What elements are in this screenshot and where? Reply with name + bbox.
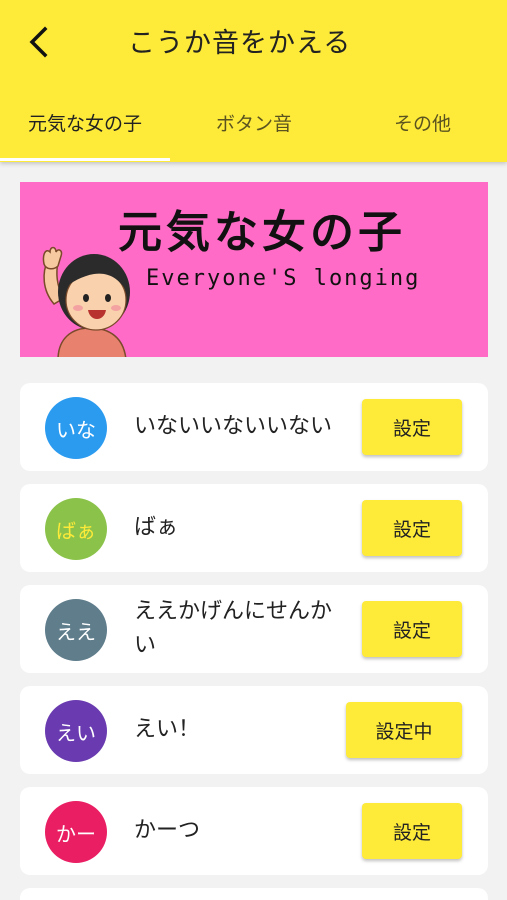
tab-bar: 元気な女の子 ボタン音 その他 [0,92,507,162]
banner: 元気な女の子 Everyone'S longing [20,182,488,357]
tab-other[interactable]: その他 [338,92,507,158]
avatar: ええ [45,599,107,661]
set-button[interactable]: 設定 [362,601,462,657]
app-bar: こうか音をかえる 元気な女の子 ボタン音 その他 [0,0,507,162]
page-title: こうか音をかえる [128,28,352,59]
tab-button-sound[interactable]: ボタン音 [170,92,338,158]
avatar: いな [45,397,107,459]
set-button[interactable]: 設定 [362,500,462,556]
sound-label: いないいないいない [134,414,333,439]
list-item: かー かーつ 設定 [20,787,488,875]
avatar: えい [45,700,107,762]
sound-label: ばぁ [134,515,179,540]
set-button[interactable]: 設定 [362,399,462,455]
list-item [20,888,488,900]
sound-label: かーつ [134,818,201,843]
avatar: ばぁ [45,498,107,560]
banner-subtitle: Everyone'S longing [146,266,421,291]
list-item: ええ ええかげんにせんかい 設定 [20,585,488,673]
chevron-left-icon [29,26,48,58]
tab-indicator [0,158,170,161]
banner-title: 元気な女の子 [118,207,406,258]
waving-girl-illustration [42,246,130,357]
list-item: ばぁ ばぁ 設定 [20,484,488,572]
sound-label: ええかげんにせんかい [134,599,333,658]
avatar: かー [45,801,107,863]
list-item: えい えい！ 設定中 [20,686,488,774]
list-item: いな いないいないいない 設定 [20,383,488,471]
back-button[interactable] [18,22,58,62]
set-button-active[interactable]: 設定中 [346,702,462,758]
sound-label: えい！ [134,717,201,742]
set-button[interactable]: 設定 [362,803,462,859]
tab-genki-girl[interactable]: 元気な女の子 [0,92,170,158]
